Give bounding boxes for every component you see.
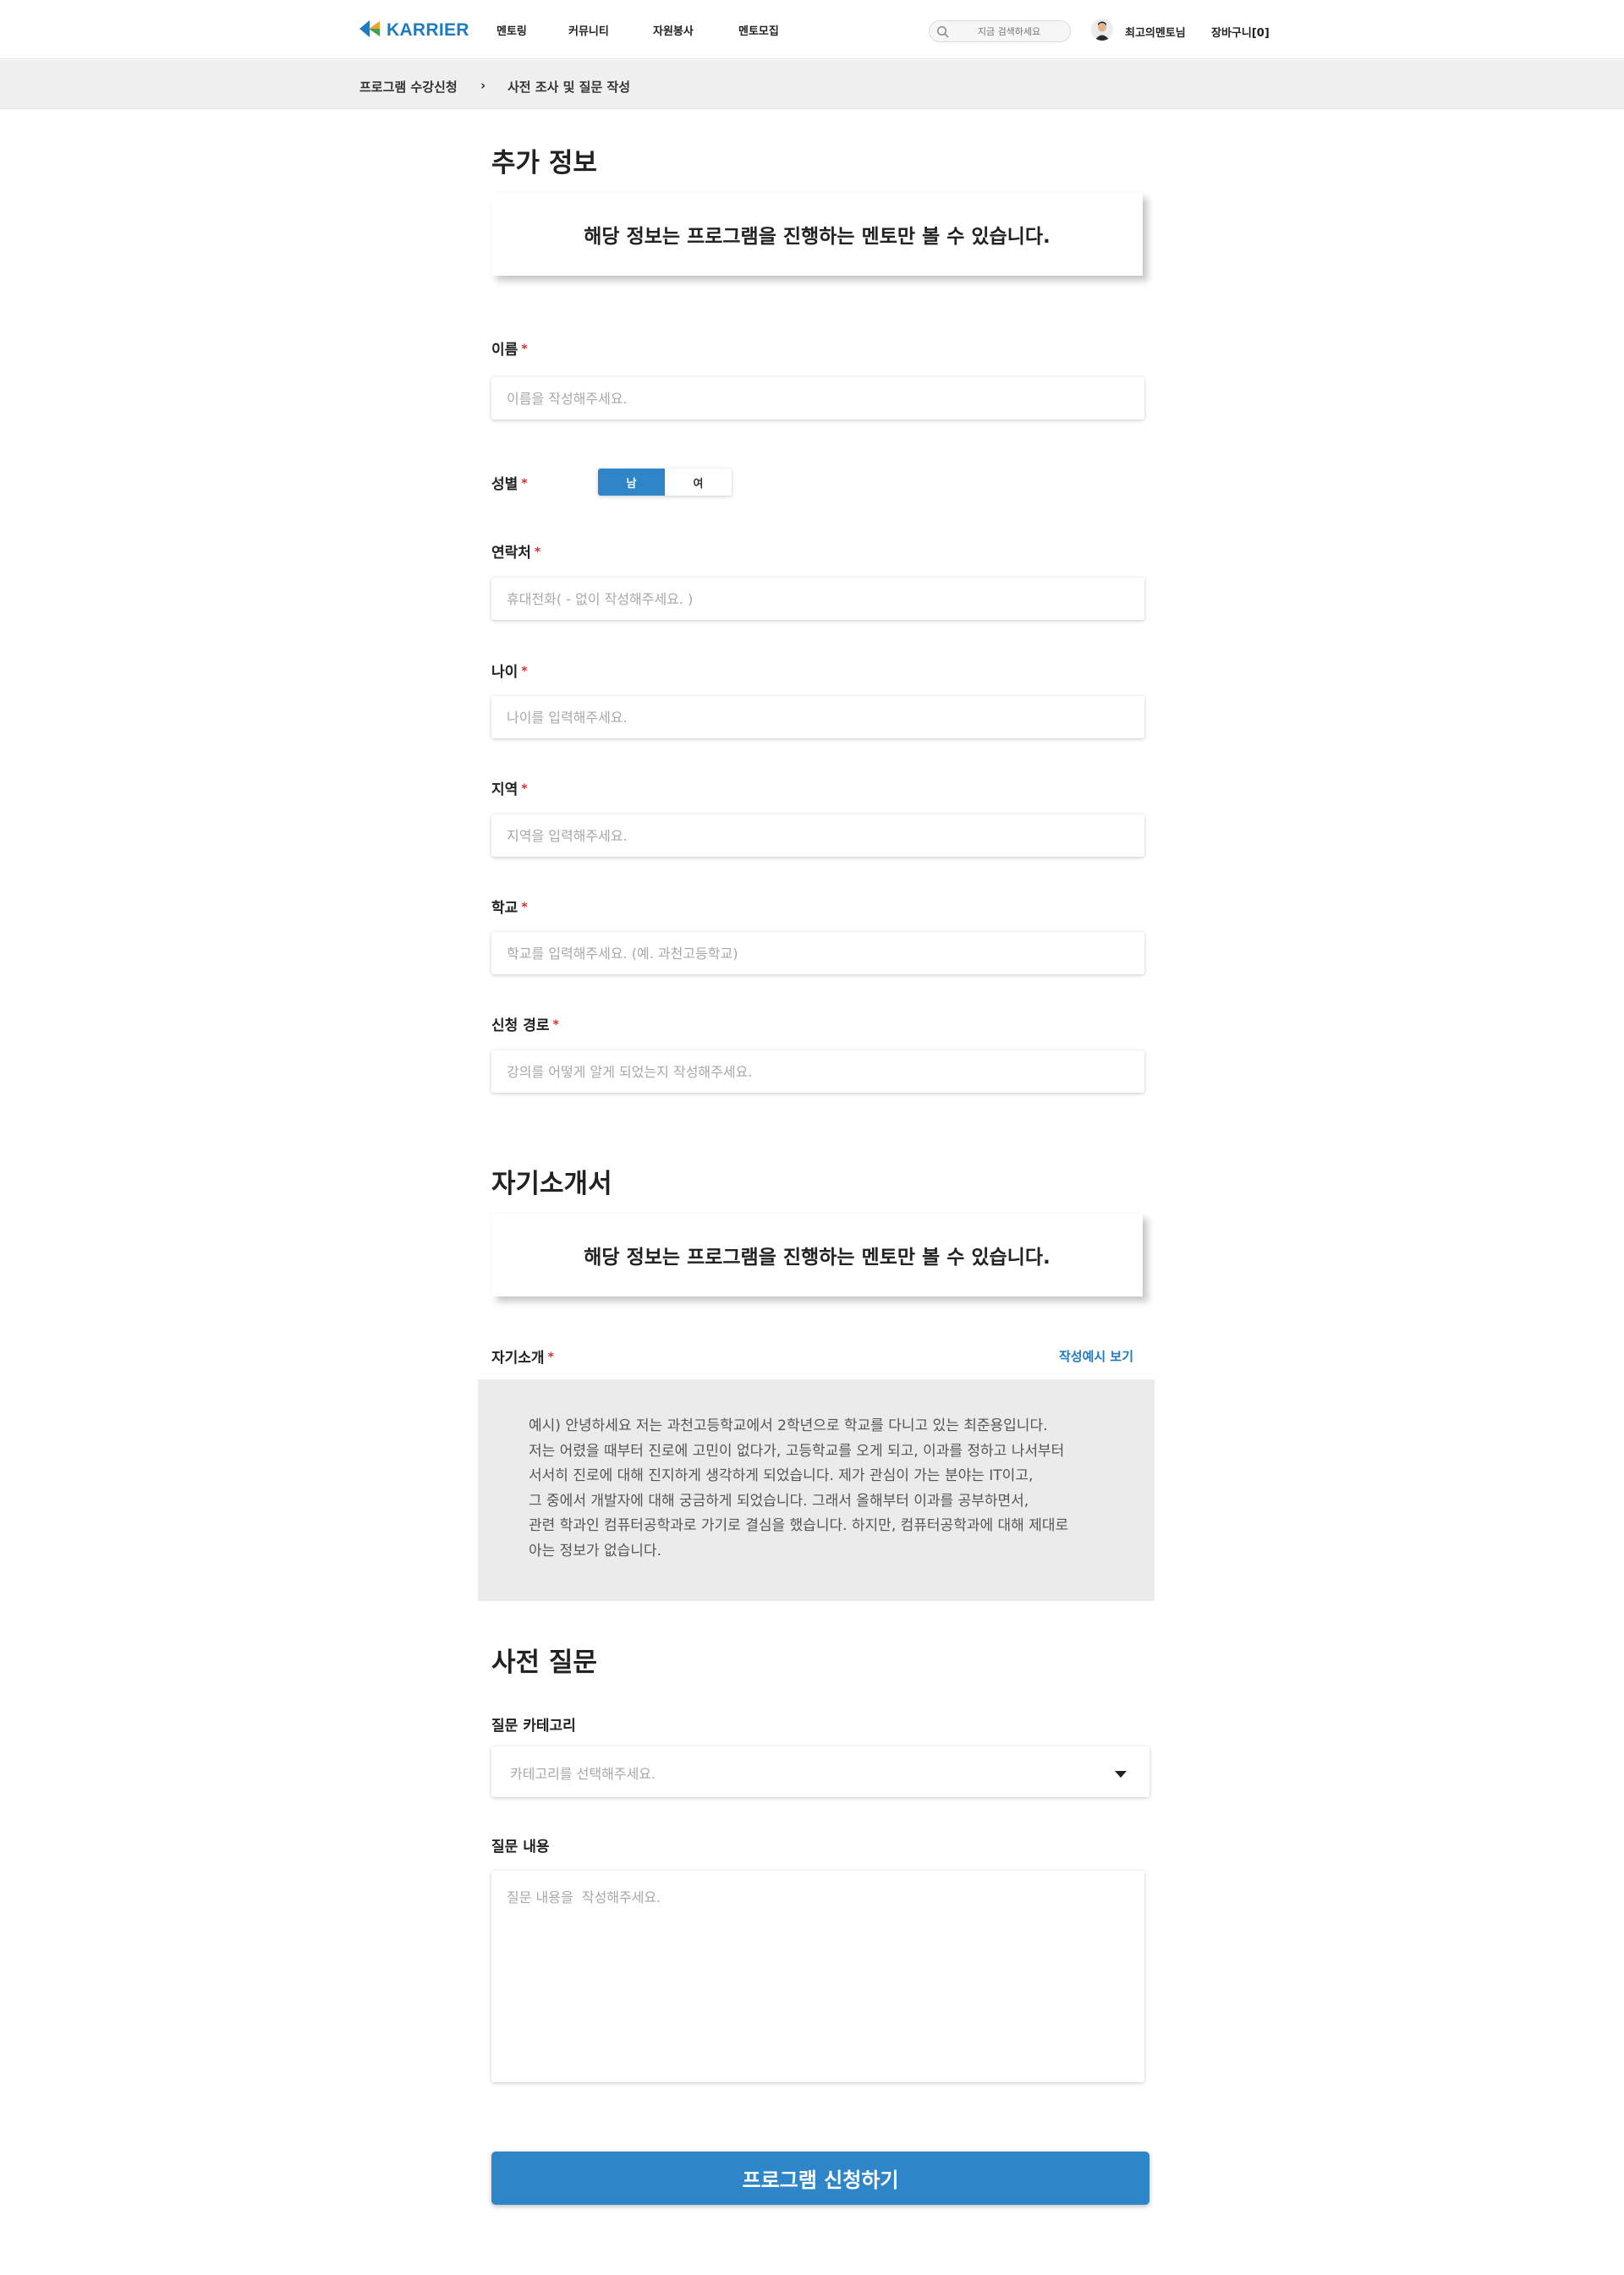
search-input[interactable] — [953, 23, 1065, 40]
required-mark: * — [521, 343, 528, 356]
karrier-logo-icon — [359, 19, 383, 42]
question-category-label: 질문 카테고리 — [491, 1718, 576, 1735]
user-name[interactable]: 최고의멘토님 — [1125, 24, 1186, 40]
referral-label: 신청 경로 * — [491, 1013, 559, 1034]
gender-female-button[interactable]: 여 — [665, 469, 732, 496]
name-input[interactable] — [491, 377, 1144, 419]
breadcrumb: 프로그램 수강신청 › 사전 조사 및 질문 작성 — [0, 60, 1624, 109]
breadcrumb-item-program-apply[interactable]: 프로그램 수강신청 — [359, 78, 458, 96]
required-mark: * — [521, 477, 528, 491]
self-intro-notice: 해당 정보는 프로그램을 진행하는 멘토만 볼 수 있습니다. — [491, 1214, 1143, 1296]
school-label: 학교 * — [491, 896, 528, 917]
school-input[interactable] — [491, 932, 1144, 974]
name-label-text: 이름 — [491, 342, 518, 359]
question-category-select[interactable]: 카테고리를 선택해주세요. — [491, 1746, 1149, 1797]
phone-label-text: 연락처 — [491, 545, 531, 562]
search-icon[interactable] — [936, 25, 950, 39]
extra-info-title: 추가 정보 — [491, 148, 597, 178]
required-mark: * — [534, 545, 541, 559]
question-content-label: 질문 내용 — [491, 1839, 550, 1856]
nav-mentoring[interactable]: 멘토링 — [497, 22, 527, 38]
required-mark: * — [552, 1018, 559, 1032]
example-line: 그 중에서 개발자에 대해 궁금하게 되었습니다. 그래서 올해부터 이과를 공… — [529, 1492, 1029, 1510]
age-input[interactable] — [491, 696, 1144, 738]
gender-toggle: 남 여 — [598, 469, 732, 496]
nav-community[interactable]: 커뮤니티 — [568, 22, 609, 38]
category-placeholder: 카테고리를 선택해주세요. — [510, 1766, 656, 1782]
gender-label-text: 성별 — [491, 476, 518, 493]
region-label: 지역 * — [491, 777, 528, 798]
nav-volunteer[interactable]: 자원봉사 — [653, 22, 694, 38]
pre-question-title: 사전 질문 — [491, 1647, 597, 1678]
nav-mentor-recruit[interactable]: 멘토모집 — [738, 22, 779, 38]
age-label-text: 나이 — [491, 664, 518, 681]
referral-label-text: 신청 경로 — [491, 1017, 550, 1034]
required-mark: * — [521, 665, 528, 678]
view-example-link[interactable]: 작성예시 보기 — [1059, 1347, 1133, 1365]
required-mark: * — [521, 782, 528, 796]
search-box[interactable] — [929, 20, 1071, 42]
region-input[interactable] — [491, 814, 1144, 857]
logo[interactable]: KARRIER — [359, 19, 469, 42]
self-intro-label: 자기소개 * — [491, 1346, 554, 1367]
age-label: 나이 * — [491, 660, 528, 681]
required-mark: * — [521, 901, 528, 914]
cart-link[interactable]: 장바구니[0] — [1211, 24, 1270, 40]
logo-text: KARRIER — [387, 20, 469, 40]
example-line: 저는 어렸을 때부터 진로에 고민이 없다가, 고등학교를 오게 되고, 이과를… — [529, 1442, 1065, 1460]
submit-program-button[interactable]: 프로그램 신청하기 — [491, 2152, 1149, 2205]
breadcrumb-item-current: 사전 조사 및 질문 작성 — [508, 79, 631, 95]
school-label-text: 학교 — [491, 900, 518, 917]
region-label-text: 지역 — [491, 781, 518, 798]
self-intro-title: 자기소개서 — [491, 1169, 612, 1199]
gender-male-button[interactable]: 남 — [598, 469, 665, 496]
question-content-textarea[interactable] — [491, 1871, 1144, 2082]
example-line: 서서히 진로에 대해 진지하게 생각하게 되었습니다. 제가 관심이 가는 분야… — [529, 1467, 1034, 1484]
gender-label: 성별 * — [491, 472, 528, 493]
breadcrumb-separator: › — [480, 78, 486, 93]
example-line: 예시) 안녕하세요 저는 과천고등학교에서 2학년으로 학교를 다니고 있는 최… — [529, 1417, 1048, 1434]
example-line: 관련 학과인 컴퓨터공학과로 가기로 결심을 했습니다. 하지만, 컴퓨터공학과… — [529, 1517, 1069, 1534]
self-intro-example-box[interactable]: 예시) 안녕하세요 저는 과천고등학교에서 2학년으로 학교를 다니고 있는 최… — [478, 1379, 1155, 1601]
extra-info-notice: 해당 정보는 프로그램을 진행하는 멘토만 볼 수 있습니다. — [491, 193, 1143, 276]
phone-input[interactable] — [491, 578, 1144, 620]
self-intro-label-text: 자기소개 — [491, 1350, 545, 1367]
name-label: 이름 * — [491, 337, 528, 359]
user-avatar[interactable] — [1091, 19, 1113, 41]
caret-down-icon — [1114, 1767, 1127, 1778]
top-navigation-bar: KARRIER 멘토링 커뮤니티 자원봉사 멘토모집 최고의멘토님 장바구니[0… — [0, 0, 1624, 59]
example-line: 아는 정보가 없습니다. — [529, 1542, 661, 1560]
phone-label: 연락처 * — [491, 540, 540, 562]
referral-input[interactable] — [491, 1050, 1144, 1093]
required-mark: * — [547, 1351, 554, 1364]
